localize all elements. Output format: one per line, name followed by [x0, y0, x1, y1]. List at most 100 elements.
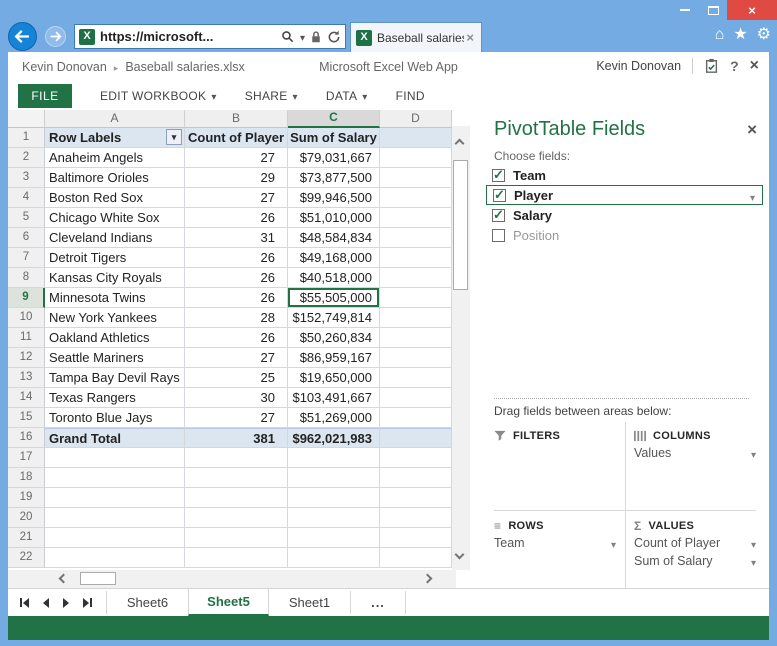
row-header-6[interactable]: 6: [8, 228, 45, 248]
cell-C18[interactable]: [288, 468, 380, 488]
filter-dropdown-button[interactable]: [166, 129, 182, 145]
cell-B10[interactable]: 28: [185, 308, 288, 328]
last-sheet-button[interactable]: [83, 598, 92, 608]
cell-D11[interactable]: [380, 328, 452, 348]
scroll-left-icon[interactable]: [59, 574, 69, 584]
cell-C2[interactable]: $79,031,667: [288, 148, 380, 168]
horizontal-scroll-thumb[interactable]: [80, 572, 116, 585]
field-position[interactable]: Position: [486, 225, 763, 245]
cell-D9[interactable]: [380, 288, 452, 308]
cell-B17[interactable]: [185, 448, 288, 468]
app-close-button[interactable]: ×: [750, 57, 759, 75]
rows-area[interactable]: ≡ ROWS Team: [494, 520, 618, 554]
cell-B18[interactable]: [185, 468, 288, 488]
cell-D16[interactable]: [380, 428, 452, 448]
row-header-16[interactable]: 16: [8, 428, 45, 448]
cell-C6[interactable]: $48,584,834: [288, 228, 380, 248]
cell-D2[interactable]: [380, 148, 452, 168]
window-close-button[interactable]: ×: [727, 0, 777, 20]
cell-C22[interactable]: [288, 548, 380, 568]
home-icon[interactable]: ⌂: [715, 25, 725, 45]
column-header-D[interactable]: D: [380, 110, 452, 128]
cell-D14[interactable]: [380, 388, 452, 408]
field-dropdown-caret-icon[interactable]: [750, 188, 755, 206]
cell-D7[interactable]: [380, 248, 452, 268]
cell-C3[interactable]: $73,877,500: [288, 168, 380, 188]
values-item-sum-of-salary[interactable]: Sum of Salary: [634, 554, 758, 572]
next-sheet-button[interactable]: [63, 598, 69, 608]
row-header-15[interactable]: 15: [8, 408, 45, 428]
row-header-21[interactable]: 21: [8, 528, 45, 548]
checkbox-team[interactable]: [492, 169, 505, 182]
row-header-22[interactable]: 22: [8, 548, 45, 568]
column-header-B[interactable]: B: [185, 110, 288, 128]
clipboard-check-icon[interactable]: [704, 58, 719, 74]
cell-C19[interactable]: [288, 488, 380, 508]
cell-C13[interactable]: $19,650,000: [288, 368, 380, 388]
cell-B9[interactable]: 26: [185, 288, 288, 308]
cell-B16[interactable]: 381: [185, 428, 288, 448]
row-header-12[interactable]: 12: [8, 348, 45, 368]
cell-C17[interactable]: [288, 448, 380, 468]
cell-D22[interactable]: [380, 548, 452, 568]
scroll-right-icon[interactable]: [423, 574, 433, 584]
cell-C16[interactable]: $962,021,983: [288, 428, 380, 448]
cell-B13[interactable]: 25: [185, 368, 288, 388]
cell-D10[interactable]: [380, 308, 452, 328]
row-header-1[interactable]: 1: [8, 128, 45, 148]
cell-B12[interactable]: 27: [185, 348, 288, 368]
row-header-10[interactable]: 10: [8, 308, 45, 328]
address-url[interactable]: https://microsoft...: [100, 29, 281, 44]
dropdown-caret-icon[interactable]: [751, 555, 756, 569]
row-header-3[interactable]: 3: [8, 168, 45, 188]
field-salary[interactable]: Salary: [486, 205, 763, 225]
cell-D5[interactable]: [380, 208, 452, 228]
edit-workbook-menu[interactable]: EDIT WORKBOOK: [100, 89, 217, 103]
cell-B4[interactable]: 27: [185, 188, 288, 208]
checkbox-salary[interactable]: [492, 209, 505, 222]
cell-D17[interactable]: [380, 448, 452, 468]
cell-B15[interactable]: 27: [185, 408, 288, 428]
cell-C15[interactable]: $51,269,000: [288, 408, 380, 428]
sheet-tab-sheet5[interactable]: Sheet5: [188, 589, 269, 616]
horizontal-scrollbar[interactable]: [8, 570, 456, 588]
rows-item-team[interactable]: Team: [494, 536, 618, 554]
cell-A7[interactable]: Detroit Tigers: [45, 248, 185, 268]
columns-area[interactable]: COLUMNS Values: [634, 430, 758, 464]
favorites-star-icon[interactable]: ★: [733, 25, 747, 45]
column-header-C[interactable]: C: [288, 110, 380, 128]
row-header-2[interactable]: 2: [8, 148, 45, 168]
cell-D4[interactable]: [380, 188, 452, 208]
cell-D12[interactable]: [380, 348, 452, 368]
filters-area[interactable]: FILTERS: [494, 430, 618, 446]
row-header-20[interactable]: 20: [8, 508, 45, 528]
cell-A6[interactable]: Cleveland Indians: [45, 228, 185, 248]
cell-A4[interactable]: Boston Red Sox: [45, 188, 185, 208]
cell-D6[interactable]: [380, 228, 452, 248]
settings-gear-icon[interactable]: ⚙: [757, 25, 771, 45]
cell-A21[interactable]: [45, 528, 185, 548]
file-menu-button[interactable]: FILE: [18, 84, 72, 108]
cell-B21[interactable]: [185, 528, 288, 548]
find-menu[interactable]: FIND: [396, 89, 425, 103]
cell-A1[interactable]: Row Labels: [45, 128, 185, 148]
row-header-8[interactable]: 8: [8, 268, 45, 288]
cell-B2[interactable]: 27: [185, 148, 288, 168]
cell-C8[interactable]: $40,518,000: [288, 268, 380, 288]
row-header-11[interactable]: 11: [8, 328, 45, 348]
data-menu[interactable]: DATA: [326, 89, 368, 103]
cell-D20[interactable]: [380, 508, 452, 528]
field-player[interactable]: Player: [486, 185, 763, 205]
row-header-4[interactable]: 4: [8, 188, 45, 208]
cell-C11[interactable]: $50,260,834: [288, 328, 380, 348]
field-team[interactable]: Team: [486, 165, 763, 185]
column-header-A[interactable]: A: [45, 110, 185, 128]
cell-D19[interactable]: [380, 488, 452, 508]
cell-D18[interactable]: [380, 468, 452, 488]
row-header-17[interactable]: 17: [8, 448, 45, 468]
cell-A5[interactable]: Chicago White Sox: [45, 208, 185, 228]
cell-B14[interactable]: 30: [185, 388, 288, 408]
tab-close-icon[interactable]: ×: [464, 30, 476, 45]
sheet-tab-sheet6[interactable]: Sheet6: [107, 589, 188, 616]
cell-A11[interactable]: Oakland Athletics: [45, 328, 185, 348]
